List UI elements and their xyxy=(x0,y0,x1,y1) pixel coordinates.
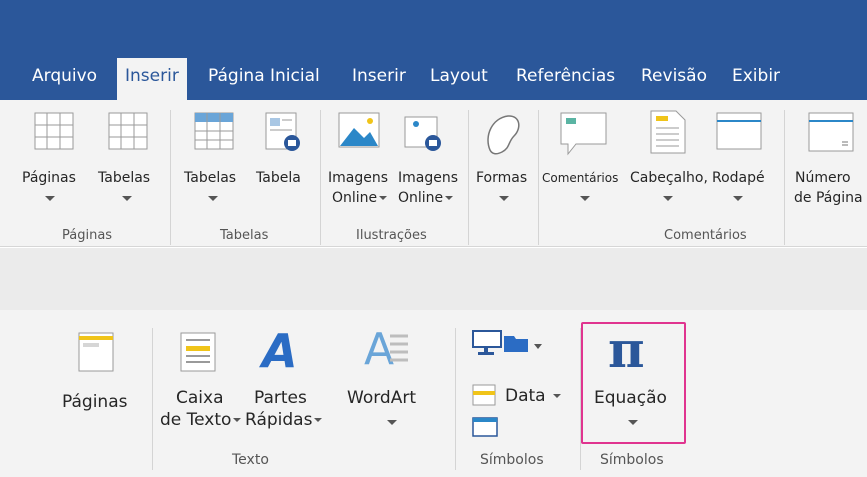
tabela-label: Tabela xyxy=(256,170,301,186)
chevron-down-icon xyxy=(122,196,132,201)
header-icon xyxy=(650,110,686,154)
de-pagina-label: de Página xyxy=(794,190,863,206)
rodape-label: Rodapé xyxy=(712,170,765,186)
group-label-simbolos: Símbolos xyxy=(480,452,544,468)
tab-inserir-active[interactable]: Inserir xyxy=(117,58,187,100)
partes-label: Partes xyxy=(254,388,307,408)
online-label: Online xyxy=(398,188,455,208)
chevron-down-icon xyxy=(663,196,673,201)
ribbon-top: Páginas Tabelas Tabelas Tabela Imagens O… xyxy=(0,100,867,247)
group-separator xyxy=(170,110,171,245)
monitor-folder-icon xyxy=(472,330,542,355)
chevron-down-icon xyxy=(208,196,218,201)
online-label: Online xyxy=(332,188,389,208)
footer-icon xyxy=(716,112,762,150)
table-image-icon xyxy=(265,112,300,151)
picture-icon xyxy=(338,112,380,148)
ribbon-gap xyxy=(0,248,867,310)
data-label: Data xyxy=(505,385,563,407)
group-separator xyxy=(152,328,153,470)
group-separator xyxy=(784,110,785,245)
text-lines-icon xyxy=(390,334,408,362)
quick-parts-icon: A xyxy=(262,324,298,378)
chevron-down-icon xyxy=(45,196,55,201)
tabelas-label: Tabelas xyxy=(98,170,151,186)
wordart-icon: A xyxy=(364,324,410,375)
chevron-down-icon xyxy=(445,196,454,200)
date-icon xyxy=(472,384,496,406)
tab-pagina-inicial[interactable]: Página Inicial xyxy=(208,66,320,86)
page-icon xyxy=(78,332,114,372)
comentarios-label: Comentários xyxy=(542,171,619,185)
rapidas-label: Rápidas xyxy=(245,409,324,431)
ribbon-bottom: Páginas Caixa de Texto A Partes Rápidas … xyxy=(0,310,867,477)
tab-bar: Arquivo Inserir Página Inicial Inserir L… xyxy=(0,0,867,100)
grid-icon xyxy=(108,112,148,150)
group-separator xyxy=(320,110,321,245)
caixa-label: Caixa xyxy=(176,388,224,408)
wordart-label: WordArt xyxy=(347,388,416,408)
equation-highlight-box xyxy=(581,322,686,444)
grid-icon xyxy=(34,112,74,150)
group-separator xyxy=(455,328,456,470)
online-picture-icon xyxy=(404,116,441,151)
group-label-tabelas: Tabelas xyxy=(220,228,269,243)
chevron-down-icon xyxy=(499,196,509,201)
page-number-icon xyxy=(808,112,854,152)
chevron-down-icon xyxy=(733,196,743,201)
imagens-label: Imagens xyxy=(398,170,459,186)
tab-inserir[interactable]: Inserir xyxy=(352,66,406,86)
group-label-paginas: Páginas xyxy=(62,228,113,243)
group-label-texto: Texto xyxy=(232,452,269,468)
chevron-down-icon xyxy=(553,394,561,398)
tab-layout[interactable]: Layout xyxy=(430,66,488,86)
chevron-down-icon xyxy=(387,420,397,425)
chevron-down-icon xyxy=(379,196,388,200)
group-label-comentarios: Comentários xyxy=(664,228,747,243)
group-separator xyxy=(538,110,539,245)
chevron-down-icon xyxy=(580,196,590,201)
chevron-down-icon xyxy=(233,418,242,422)
window-icon xyxy=(472,417,498,437)
tabelas-label: Tabelas xyxy=(184,170,237,186)
table-icon xyxy=(194,112,234,150)
text-box-icon xyxy=(180,332,216,372)
chevron-down-icon xyxy=(314,418,323,422)
imagens-label: Imagens xyxy=(328,170,389,186)
de-texto-label: de Texto xyxy=(160,409,243,431)
paginas-label: Páginas xyxy=(22,170,76,186)
group-separator xyxy=(468,110,469,245)
numero-label: Número xyxy=(795,170,851,186)
tab-revisao[interactable]: Revisão xyxy=(641,66,707,86)
tab-exibir[interactable]: Exibir xyxy=(732,66,780,86)
group-label-simbolos-2: Símbolos xyxy=(600,452,664,468)
group-label-ilustracoes: Ilustrações xyxy=(356,228,427,243)
comment-icon xyxy=(560,112,607,156)
tab-arquivo[interactable]: Arquivo xyxy=(32,66,97,86)
tab-referencias[interactable]: Referências xyxy=(516,66,615,86)
paginas-label: Páginas xyxy=(62,392,128,412)
cabecalho-label: Cabeçalho, xyxy=(630,170,708,186)
shapes-icon xyxy=(487,115,520,155)
formas-label: Formas xyxy=(476,170,528,186)
